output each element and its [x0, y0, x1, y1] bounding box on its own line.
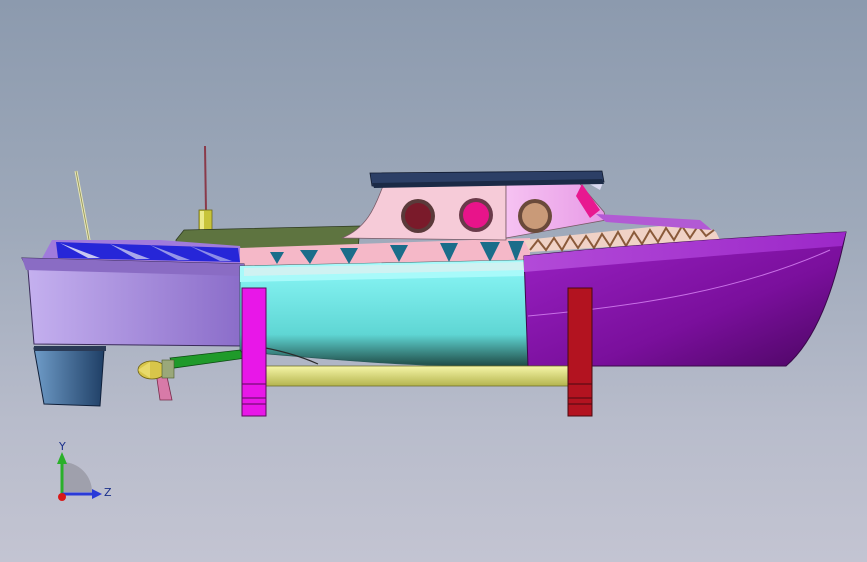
porthole-3 — [518, 199, 552, 233]
rudder — [33, 346, 106, 407]
hull-mid — [239, 259, 529, 367]
axis-x-origin — [58, 493, 66, 501]
antenna — [74, 170, 92, 246]
graphics-viewport[interactable]: Y Z — [0, 0, 867, 562]
hull-rear — [21, 257, 245, 347]
stand-support-rear — [241, 287, 267, 417]
porthole-2 — [459, 198, 493, 232]
axis-z-label: Z — [104, 486, 112, 499]
porthole-1 — [401, 199, 435, 233]
stand-support-front — [567, 287, 593, 417]
boat-model[interactable] — [0, 0, 867, 562]
axis-y-label: Y — [59, 440, 66, 453]
propeller — [137, 359, 175, 380]
orientation-triad: Y Z — [40, 440, 130, 520]
stand-bar — [261, 365, 573, 387]
